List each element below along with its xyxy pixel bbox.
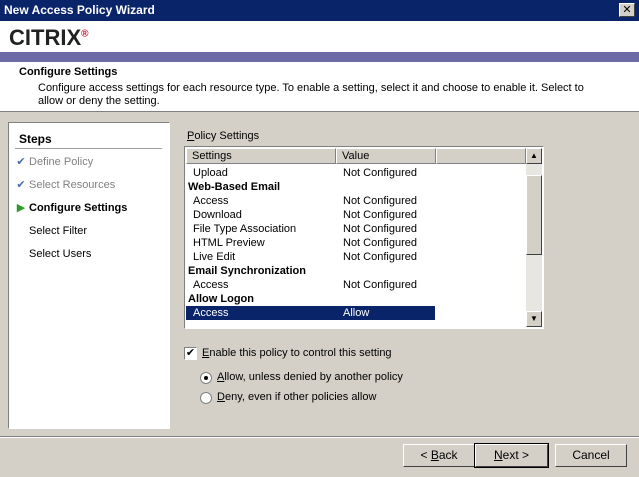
scroll-up-button[interactable]: ▲	[526, 148, 542, 164]
step-configure-settings: ▶ Configure Settings	[13, 201, 128, 215]
page-description: Configure access settings for each resou…	[38, 82, 584, 107]
list-group-header: Web-Based Email	[188, 181, 281, 193]
arrow-up-icon: ▲	[530, 151, 538, 160]
list-group-header: Email Synchronization	[188, 265, 306, 277]
list-item[interactable]: Access Not Configured	[186, 278, 526, 292]
list-item[interactable]: HTML Preview Not Configured	[186, 236, 526, 250]
step-define-policy: ✔ Define Policy	[13, 155, 93, 169]
next-button[interactable]: Next >	[474, 443, 549, 468]
policy-settings-label: Policy Settings	[187, 130, 260, 142]
radio-selected-dot	[204, 376, 208, 380]
enable-policy-checkbox[interactable]: ✔	[184, 347, 197, 360]
back-button[interactable]: < Back	[403, 444, 475, 467]
step-select-resources: ✔ Select Resources	[13, 178, 115, 192]
close-icon: ✕	[622, 4, 632, 16]
vertical-scrollbar[interactable]: ▲ ▼	[526, 148, 542, 327]
check-icon: ✔	[16, 179, 26, 191]
column-header-filler	[436, 148, 526, 164]
steps-divider	[15, 148, 162, 149]
close-button[interactable]: ✕	[619, 3, 635, 17]
check-icon: ✔	[185, 347, 196, 359]
title-bar: New Access Policy Wizard ✕	[0, 0, 639, 21]
scroll-thumb[interactable]	[526, 175, 542, 255]
enable-policy-label[interactable]: Enable this policy to control this setti…	[202, 347, 392, 359]
step-select-filter: Select Filter	[29, 225, 88, 237]
policy-settings-list[interactable]: Settings Value Upload Not Configured Web-…	[184, 146, 544, 329]
window-title: New Access Policy Wizard	[4, 3, 155, 17]
scroll-down-button[interactable]: ▼	[526, 311, 542, 327]
wizard-header: CITRIX® Configure Settings Configure acc…	[0, 21, 639, 112]
list-item[interactable]: Live Edit Not Configured	[186, 250, 526, 264]
list-group-header: Allow Logon	[188, 293, 254, 305]
list-item[interactable]: Download Not Configured	[186, 208, 526, 222]
allow-radio-label[interactable]: Allow, unless denied by another policy	[217, 371, 403, 383]
column-header-value[interactable]: Value	[336, 148, 436, 164]
deny-radio-label[interactable]: Deny, even if other policies allow	[217, 391, 376, 403]
arrow-down-icon: ▼	[530, 314, 538, 323]
arrow-right-icon: ▶	[16, 202, 26, 214]
page-title: Configure Settings	[19, 66, 118, 78]
footer-divider	[0, 436, 639, 438]
citrix-logo: CITRIX®	[9, 25, 89, 50]
steps-title: Steps	[19, 132, 52, 146]
check-icon: ✔	[16, 156, 26, 168]
list-item[interactable]: Access Not Configured	[186, 194, 526, 208]
list-item[interactable]: File Type Association Not Configured	[186, 222, 526, 236]
allow-radio[interactable]	[200, 372, 212, 384]
list-item-selected[interactable]: Access Allow	[186, 306, 435, 320]
brand-bar	[0, 52, 639, 62]
cancel-button[interactable]: Cancel	[555, 444, 627, 467]
column-header-settings[interactable]: Settings	[186, 148, 336, 164]
deny-radio[interactable]	[200, 392, 212, 404]
step-select-users: Select Users	[29, 248, 92, 260]
list-item[interactable]: Upload Not Configured	[186, 166, 526, 180]
steps-panel: Steps ✔ Define Policy ✔ Select Resources ▶…	[8, 122, 170, 429]
